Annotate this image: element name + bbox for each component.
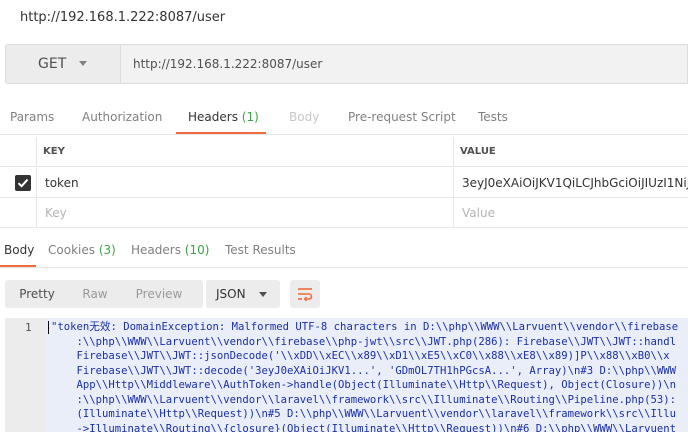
value-column-header: VALUE <box>460 146 496 157</box>
pretty-button[interactable]: Pretty <box>5 280 69 308</box>
code-line: Firebase\\JWT\\JWT::decode('3eyJ0eXAiOiJ… <box>51 364 677 377</box>
table-header-row: KEY VALUE <box>0 137 688 167</box>
method-selector[interactable]: GET <box>5 44 121 84</box>
tab-tests[interactable]: Tests <box>478 110 508 124</box>
tab-headers[interactable]: Headers (1) <box>188 110 259 124</box>
key-placeholder: Key <box>45 206 67 220</box>
new-key-input[interactable]: Key <box>37 198 454 227</box>
cookies-count: (3) <box>98 243 116 257</box>
method-label: GET <box>38 56 67 72</box>
table-row-new: Key Value <box>0 198 688 228</box>
value-placeholder: Value <box>462 206 495 220</box>
tabs-divider <box>0 134 688 135</box>
code-line: "token无效: DomainException: Malformed UTF… <box>51 321 679 333</box>
header-value: 3eyJ0eXAiOiJKV1QiLCJhbGciOiJIUzI1NiJ9.e <box>462 176 688 190</box>
check-icon[interactable] <box>15 175 31 191</box>
tab-authorization[interactable]: Authorization <box>82 110 162 124</box>
response-tab-cookies[interactable]: Cookies (3) <box>48 243 116 257</box>
response-body-editor[interactable]: "token无效: DomainException: Malformed UTF… <box>45 318 688 432</box>
title-bar: http://192.168.1.222:8087/user <box>0 0 688 36</box>
code-line: :\\php\\WWW\\Larvuent\\vendor\\laravel\\… <box>51 393 677 406</box>
key-column-header: KEY <box>43 146 65 157</box>
tab-body[interactable]: Body <box>289 110 319 124</box>
text-cursor <box>48 321 49 334</box>
line-number: 1 <box>25 321 32 334</box>
url-value: http://192.168.1.222:8087/user <box>133 57 323 71</box>
response-tabs-divider <box>0 267 688 268</box>
code-line: Firebase\\JWT\\JWT::jsonDecode('\\xDD\\x… <box>51 350 670 362</box>
header-value-cell[interactable]: 3eyJ0eXAiOiJKV1QiLCJhbGciOiJIUzI1NiJ9.e <box>454 168 688 197</box>
tab-params[interactable]: Params <box>10 110 54 124</box>
new-value-input[interactable]: Value <box>454 198 688 227</box>
wrap-lines-button[interactable] <box>290 280 320 308</box>
url-input[interactable]: http://192.168.1.222:8087/user <box>121 44 688 84</box>
wrap-lines-icon <box>298 288 313 302</box>
preview-button[interactable]: Preview <box>121 280 197 308</box>
raw-button[interactable]: Raw <box>69 280 121 308</box>
code-line: App\\Http\\Middleware\\AuthToken->handle… <box>51 379 677 391</box>
format-label: JSON <box>216 287 246 301</box>
response-tab-test-results[interactable]: Test Results <box>225 243 296 257</box>
header-key: token <box>45 176 79 190</box>
tab-pre-request-script[interactable]: Pre-request Script <box>348 110 456 124</box>
headers-count: (1) <box>241 110 259 124</box>
chevron-down-icon <box>259 292 267 297</box>
line-number-gutter: 1 <box>5 318 45 432</box>
code-line: (Illuminate\\Http\\Request))\n#5 D:\\php… <box>51 408 677 420</box>
response-headers-count: (10) <box>184 243 210 257</box>
code-line: :\\php\\WWW\\Larvuent\\vendor\\firebase\… <box>51 335 677 348</box>
response-tab-headers[interactable]: Headers (10) <box>131 243 209 257</box>
window-title: http://192.168.1.222:8087/user <box>20 10 226 25</box>
headers-table: KEY VALUE token 3eyJ0eXAiOiJKV1QiLCJhbGc… <box>0 137 688 229</box>
header-key-cell[interactable]: token <box>37 168 454 197</box>
code-line: ->Illuminate\\Routing\\{closure}(Object(… <box>51 422 677 432</box>
chevron-down-icon <box>79 61 87 66</box>
table-row: token 3eyJ0eXAiOiJKV1QiLCJhbGciOiJIUzI1N… <box>0 168 688 198</box>
format-selector[interactable]: JSON <box>206 280 280 308</box>
response-tab-body[interactable]: Body <box>4 243 34 257</box>
